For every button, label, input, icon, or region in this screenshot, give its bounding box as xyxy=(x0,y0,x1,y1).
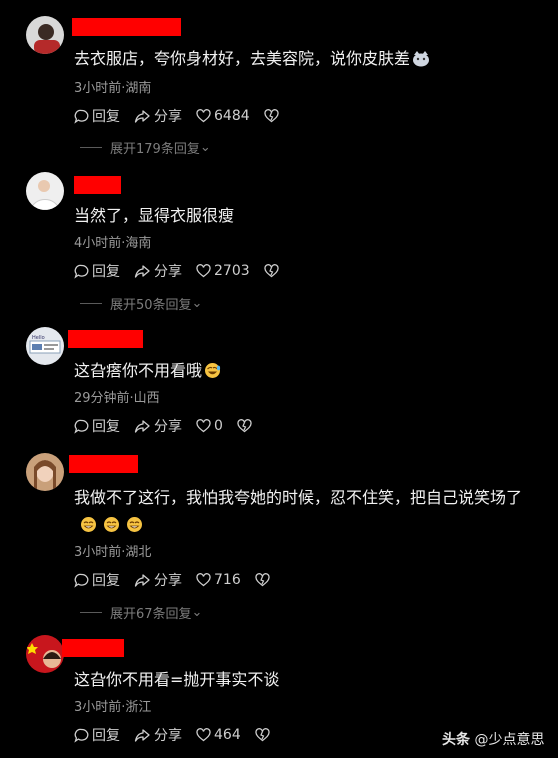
share-button[interactable]: 分享 xyxy=(134,725,182,745)
avatar[interactable] xyxy=(26,453,64,491)
avatar[interactable] xyxy=(26,16,64,54)
like-button[interactable]: 716 xyxy=(196,572,241,588)
share-arrow-icon xyxy=(134,573,150,587)
svg-text:Hello: Hello xyxy=(32,335,45,341)
broken-heart-icon xyxy=(237,419,252,433)
comment-meta: 3小时前·湖南 xyxy=(74,81,152,96)
reply-button[interactable]: 回复 xyxy=(74,261,120,281)
cat-face-icon xyxy=(412,48,430,75)
share-arrow-icon xyxy=(134,109,150,123)
comment-bubble-icon xyxy=(74,728,89,743)
watermark: 头条 @少点意思 xyxy=(442,729,544,749)
like-button[interactable]: 6484 xyxy=(196,108,250,124)
broken-heart-icon xyxy=(263,264,279,278)
comment-actions: 回复 分享 2703 xyxy=(74,261,296,281)
comment-meta: 3小时前·浙江 xyxy=(74,700,152,715)
like-count: 716 xyxy=(214,572,241,588)
grin-icon xyxy=(80,514,97,541)
comment-bubble-icon xyxy=(74,109,89,124)
grin-icon xyxy=(103,514,120,541)
reply-button[interactable]: 回复 xyxy=(74,570,120,590)
comment-text: 我做不了这行，我怕我夸她的时候，忍不住笑，把自己说笑场了 xyxy=(74,484,544,541)
comment-actions: 回复 分享 0 xyxy=(74,416,269,436)
broken-heart-icon xyxy=(263,109,279,123)
heart-icon xyxy=(196,264,211,278)
redacted-username xyxy=(72,18,181,36)
expand-replies-link[interactable]: 展开179条回复 ⌄ xyxy=(80,138,211,157)
comment-meta: 29分钟前·山西 xyxy=(74,391,160,406)
like-count: 0 xyxy=(214,418,223,434)
reply-button[interactable]: 回复 xyxy=(74,416,120,436)
watermark-account: @少点意思 xyxy=(474,732,545,748)
comment-meta: 3小时前·湖北 xyxy=(74,545,152,560)
chevron-down-icon: ⌄ xyxy=(191,296,203,311)
reply-button[interactable]: 回复 xyxy=(74,725,120,745)
comment-text: 当然了，显得衣服很瘦 xyxy=(74,206,235,225)
chevron-down-icon: ⌄ xyxy=(191,605,203,620)
comment-actions: 回复 分享 6484 xyxy=(74,106,296,126)
like-count: 2703 xyxy=(214,263,250,279)
dislike-button[interactable] xyxy=(255,573,273,587)
comment-bubble-icon xyxy=(74,264,89,279)
like-count: 464 xyxy=(214,727,241,743)
share-button[interactable]: 分享 xyxy=(134,106,182,126)
dislike-button[interactable] xyxy=(255,728,273,742)
comment-text: 去衣服店，夸你身材好，去美容院，说你皮肤差 xyxy=(74,45,544,75)
avatar[interactable] xyxy=(26,635,64,673)
avatar[interactable] xyxy=(26,172,64,210)
heart-icon xyxy=(196,419,211,433)
share-arrow-icon xyxy=(134,728,150,742)
dislike-button[interactable] xyxy=(263,109,282,123)
comment-text: 这旮你不用看=抛开事实不谈 xyxy=(74,670,280,689)
like-button[interactable]: 464 xyxy=(196,727,241,743)
comment-actions: 回复 分享 464 xyxy=(74,725,287,745)
comment-meta: 4小时前·海南 xyxy=(74,236,152,251)
avatar[interactable]: Hello xyxy=(26,327,64,365)
share-button[interactable]: 分享 xyxy=(134,416,182,436)
share-button[interactable]: 分享 xyxy=(134,570,182,590)
watermark-brand: 头条 xyxy=(442,732,470,748)
like-button[interactable]: 0 xyxy=(196,418,223,434)
redacted-username xyxy=(74,176,121,194)
rolling-laugh-icon xyxy=(204,360,221,387)
heart-icon xyxy=(196,573,211,587)
heart-icon xyxy=(196,728,211,742)
broken-heart-icon xyxy=(255,728,270,742)
comment-bubble-icon xyxy=(74,419,89,434)
dislike-button[interactable] xyxy=(263,264,282,278)
broken-heart-icon xyxy=(255,573,270,587)
redacted-username xyxy=(68,330,143,348)
like-count: 6484 xyxy=(214,108,250,124)
share-arrow-icon xyxy=(134,419,150,433)
like-button[interactable]: 2703 xyxy=(196,263,250,279)
heart-icon xyxy=(196,109,211,123)
reply-button[interactable]: 回复 xyxy=(74,106,120,126)
grin-icon xyxy=(126,514,143,541)
share-button[interactable]: 分享 xyxy=(134,261,182,281)
expand-replies-link[interactable]: 展开50条回复 ⌄ xyxy=(80,294,202,313)
redacted-username xyxy=(69,455,138,473)
share-arrow-icon xyxy=(134,264,150,278)
comment-actions: 回复 分享 716 xyxy=(74,570,287,590)
chevron-down-icon: ⌄ xyxy=(199,140,211,155)
expand-replies-link[interactable]: 展开67条回复 ⌄ xyxy=(80,603,202,622)
comment-text: 这旮瘩你不用看哦 xyxy=(74,357,544,387)
comment-bubble-icon xyxy=(74,573,89,588)
redacted-username xyxy=(62,639,124,657)
dislike-button[interactable] xyxy=(237,419,255,433)
